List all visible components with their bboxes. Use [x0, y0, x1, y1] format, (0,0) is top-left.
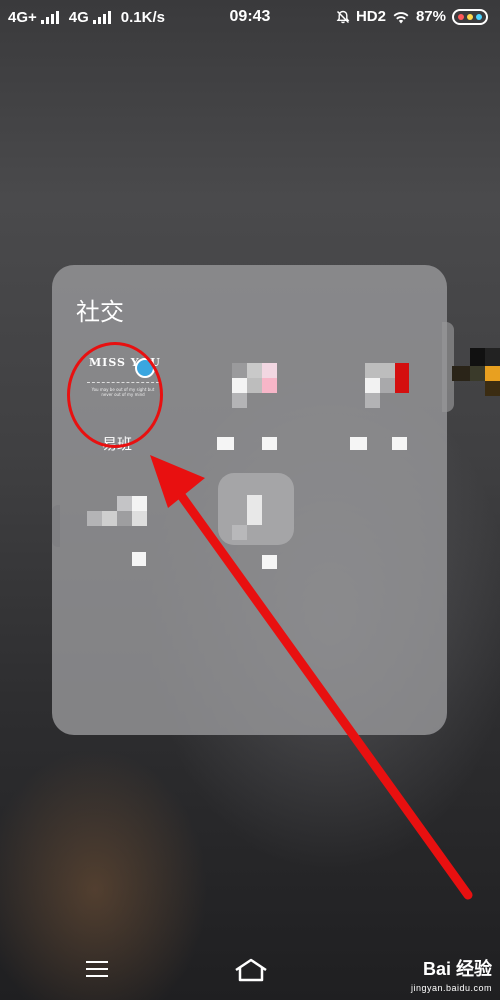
arrow-shaft [165, 475, 473, 900]
red-arrow-annotation [150, 455, 473, 900]
home-icon[interactable] [233, 957, 269, 983]
arrow-head [150, 455, 205, 508]
baidu-jingyan-watermark: Bai 经验 jingyan.baidu.com [411, 955, 492, 993]
menu-icon[interactable] [86, 961, 108, 977]
watermark-text: Bai 经验 [422, 959, 492, 979]
watermark-url: jingyan.baidu.com [410, 983, 492, 993]
